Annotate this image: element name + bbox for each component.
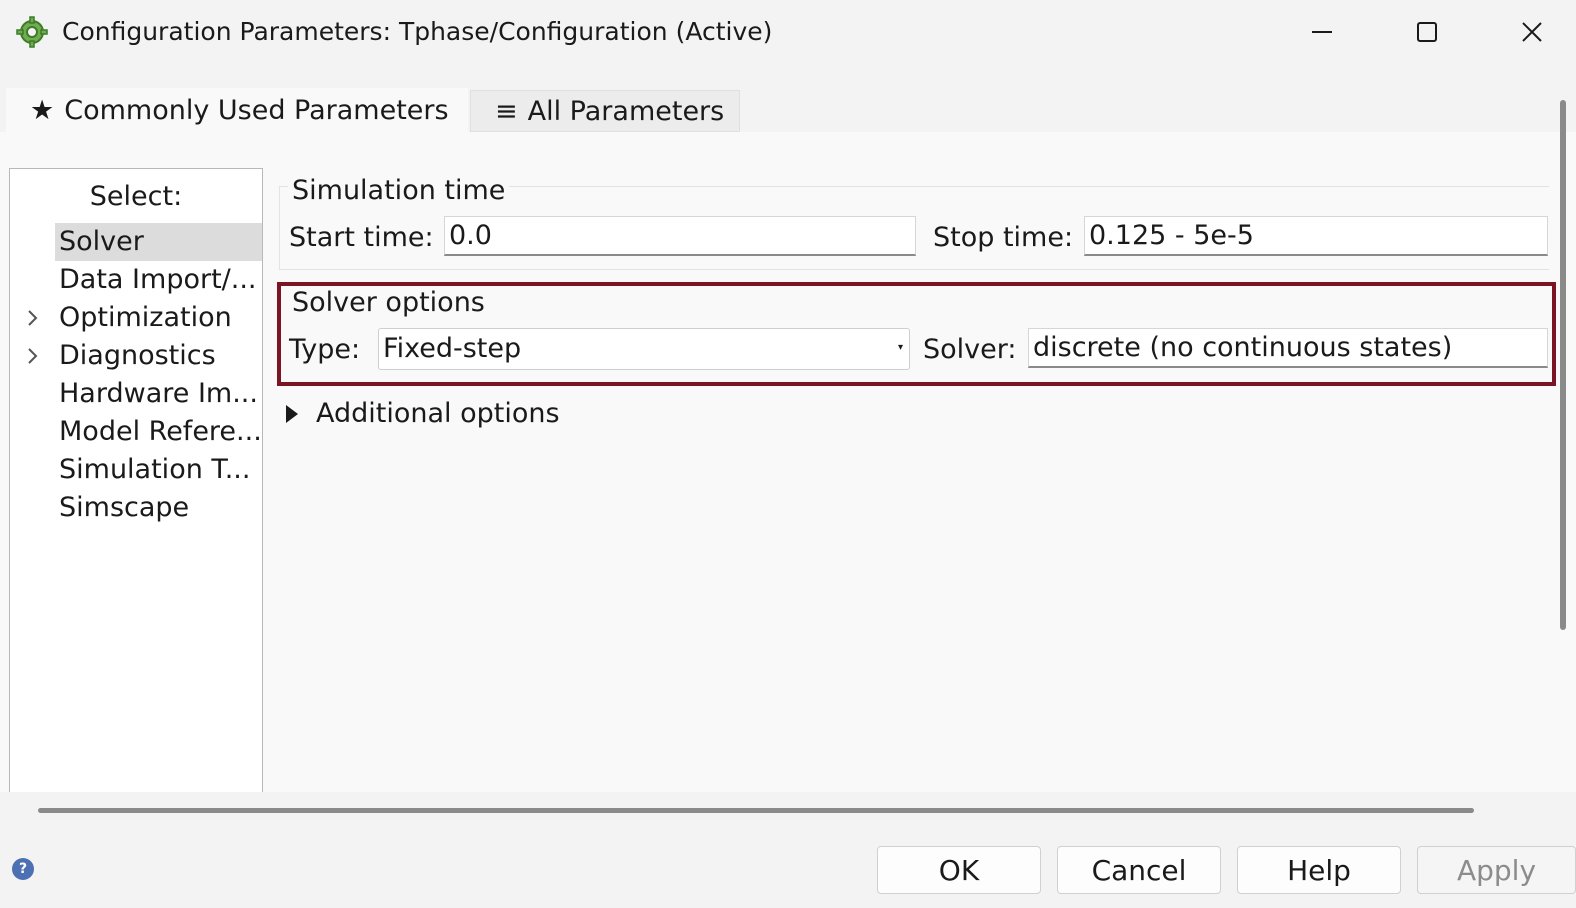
horizontal-scrollbar[interactable]: [38, 808, 1474, 813]
close-icon: [1522, 22, 1542, 42]
tree-item-solver[interactable]: Solver: [55, 223, 262, 261]
maximize-icon: [1417, 22, 1437, 42]
tree-item-hardware[interactable]: Hardware Im...: [55, 375, 262, 413]
minimize-button[interactable]: [1300, 12, 1344, 52]
chevron-right-icon[interactable]: [26, 299, 40, 337]
window-title: Configuration Parameters: Tphase/Configu…: [62, 17, 773, 46]
cancel-button[interactable]: Cancel: [1057, 846, 1221, 894]
group-title: Simulation time: [288, 175, 510, 207]
title-bar: Configuration Parameters: Tphase/Configu…: [0, 0, 1576, 64]
tree-item-simulation-target[interactable]: Simulation T...: [55, 451, 262, 489]
config-dialog: Configuration Parameters: Tphase/Configu…: [0, 0, 1576, 908]
gear-cog-icon: [16, 16, 48, 48]
additional-options-label: Additional options: [316, 398, 560, 429]
tab-strip: ★ Commonly Used Parameters ≡ All Parameter…: [0, 64, 1576, 136]
tree-item-optimization[interactable]: Optimization: [55, 299, 262, 337]
start-time-label: Start time:: [289, 222, 434, 253]
tab-all-parameters[interactable]: ≡ All Parameters: [470, 90, 740, 132]
additional-options-toggle[interactable]: Additional options: [286, 394, 560, 434]
close-button[interactable]: [1510, 12, 1554, 52]
ok-button[interactable]: OK: [877, 846, 1041, 894]
start-time-input[interactable]: 0.0: [444, 216, 916, 256]
tab-commonly-used[interactable]: ★ Commonly Used Parameters: [6, 88, 468, 136]
list-icon: ≡: [495, 96, 518, 127]
tab-label: Commonly Used Parameters: [64, 95, 449, 126]
help-button[interactable]: Help: [1237, 846, 1401, 894]
tree-header: Select:: [89, 181, 183, 212]
chevron-right-icon[interactable]: [26, 337, 40, 375]
apply-button[interactable]: Apply: [1417, 846, 1576, 894]
vertical-scrollbar[interactable]: [1560, 100, 1566, 630]
tree-item-data-import[interactable]: Data Import/...: [55, 261, 262, 299]
tree-item-simscape[interactable]: Simscape: [55, 489, 262, 527]
stop-time-input[interactable]: 0.125 - 5e-5: [1084, 216, 1548, 256]
maximize-button[interactable]: [1405, 12, 1449, 52]
tab-label: All Parameters: [527, 96, 725, 127]
minimize-icon: [1312, 31, 1332, 33]
stop-time-label: Stop time:: [933, 222, 1074, 253]
tree-item-model-referencing[interactable]: Model Refere...: [55, 413, 262, 451]
tree-item-diagnostics[interactable]: Diagnostics: [55, 337, 262, 375]
help-question-icon[interactable]: ?: [12, 858, 34, 880]
category-tree: Select: Solver Data Import/... Optimizat…: [9, 168, 263, 794]
star-icon: ★: [30, 95, 55, 126]
expand-triangle-icon: [286, 405, 298, 423]
solver-options-highlight: [277, 282, 1556, 386]
